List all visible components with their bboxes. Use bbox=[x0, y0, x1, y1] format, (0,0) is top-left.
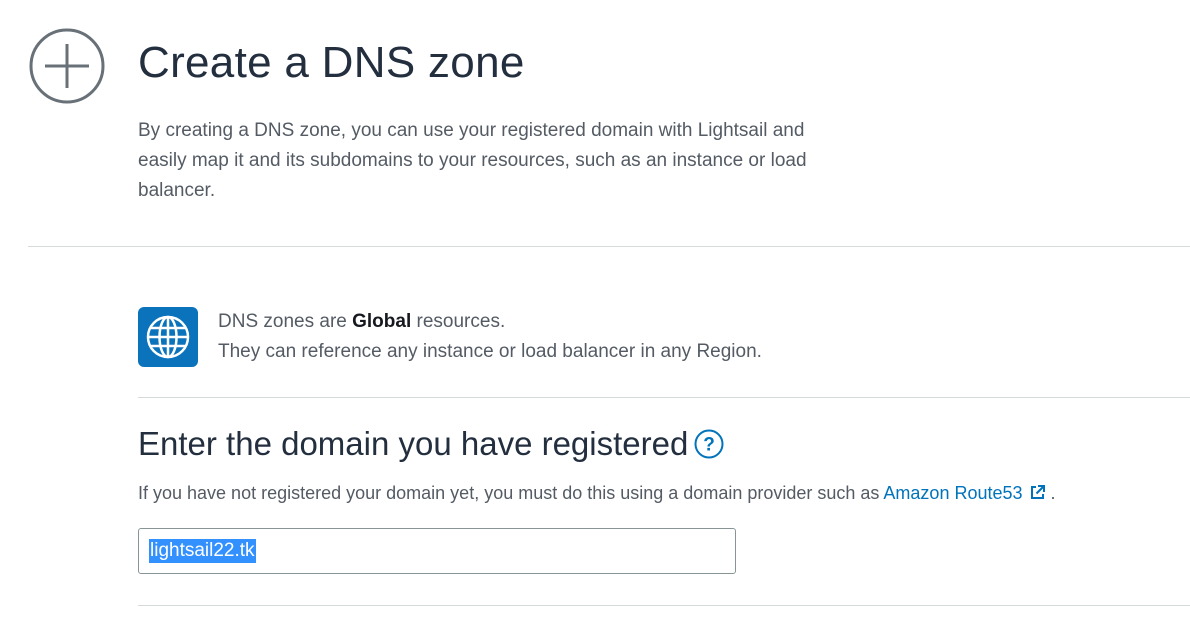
desc-prefix: If you have not registered your domain y… bbox=[138, 483, 884, 503]
divider bbox=[138, 397, 1190, 398]
notice-bold: Global bbox=[352, 311, 412, 332]
amazon-route53-link[interactable]: Amazon Route53 bbox=[883, 483, 1045, 503]
create-dns-zone-page: Create a DNS zone By creating a DNS zone… bbox=[0, 0, 1190, 621]
notice-line-1: DNS zones are Global resources. bbox=[218, 307, 762, 337]
plus-circle-icon bbox=[29, 28, 105, 104]
help-icon[interactable]: ? bbox=[694, 429, 724, 459]
domain-section-title: Enter the domain you have registered ? bbox=[138, 425, 724, 463]
notice-suffix: resources. bbox=[411, 311, 506, 332]
domain-section-description: If you have not registered your domain y… bbox=[138, 479, 1056, 507]
external-link-icon bbox=[1030, 485, 1045, 499]
notice-prefix: DNS zones are bbox=[218, 311, 353, 332]
section-title-text: Enter the domain you have registered bbox=[138, 425, 689, 462]
desc-suffix: . bbox=[1045, 483, 1056, 503]
divider bbox=[28, 246, 1190, 247]
domain-input[interactable]: lightsail22.tk bbox=[138, 528, 736, 574]
global-resources-notice: DNS zones are Global resources. They can… bbox=[218, 307, 762, 367]
intro-text: By creating a DNS zone, you can use your… bbox=[138, 120, 807, 201]
page-title: Create a DNS zone bbox=[138, 38, 525, 87]
divider bbox=[138, 605, 1190, 606]
domain-input-value: lightsail22.tk bbox=[149, 539, 256, 563]
globe-icon bbox=[138, 307, 198, 367]
svg-text:?: ? bbox=[704, 435, 716, 456]
link-label: Amazon Route53 bbox=[883, 483, 1023, 503]
notice-line-2: They can reference any instance or load … bbox=[218, 341, 762, 362]
